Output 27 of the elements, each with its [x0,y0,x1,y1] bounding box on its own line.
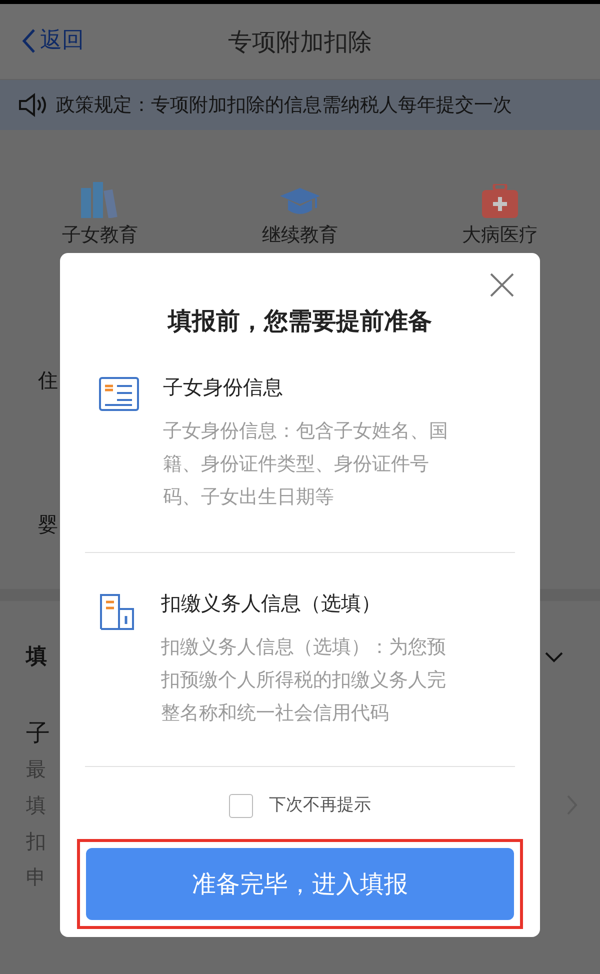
list-item-title: 子 [26,718,50,748]
chevron-left-icon [22,28,36,54]
section-heading: 填 [26,643,47,670]
back-button[interactable]: 返回 [22,24,84,57]
building-icon [99,593,137,631]
chevron-down-icon[interactable] [544,650,564,663]
category-label[interactable]: 婴 [38,509,60,539]
category-label[interactable]: 住 [38,365,60,395]
books-icon [80,182,120,218]
notice-text: 政策规定：专项附加扣除的信息需纳税人每年提交一次 [56,92,512,118]
speaker-icon [18,93,48,117]
category-label[interactable]: 大病医疗 [462,226,538,245]
dialog-title: 填报前，您需要提前准备 [168,306,432,337]
medical-kit-icon [482,184,518,218]
item-title: 子女身份信息 [163,374,284,401]
checkbox[interactable] [229,794,253,818]
category-label[interactable]: 子女教育 [62,226,138,245]
page-title: 专项附加扣除 [228,26,372,58]
checkbox-label: 下次不再提示 [269,794,371,817]
item-title: 扣缴义务人信息（选填） [161,590,382,617]
close-icon [488,271,516,299]
category-label[interactable]: 继续教育 [262,226,338,245]
close-button[interactable] [488,271,516,299]
id-card-icon [99,377,139,411]
item-description: 子女身份信息：包含子女姓名、国籍、身份证件类型、身份证件号码、子女出生日期等 [163,419,449,510]
confirm-button[interactable]: 准备完毕，进入填报 [86,848,514,920]
item-description: 扣缴义务人信息（选填）：为您预扣预缴个人所得税的扣缴义务人完整名称和统一社会信用代码 [161,635,447,726]
